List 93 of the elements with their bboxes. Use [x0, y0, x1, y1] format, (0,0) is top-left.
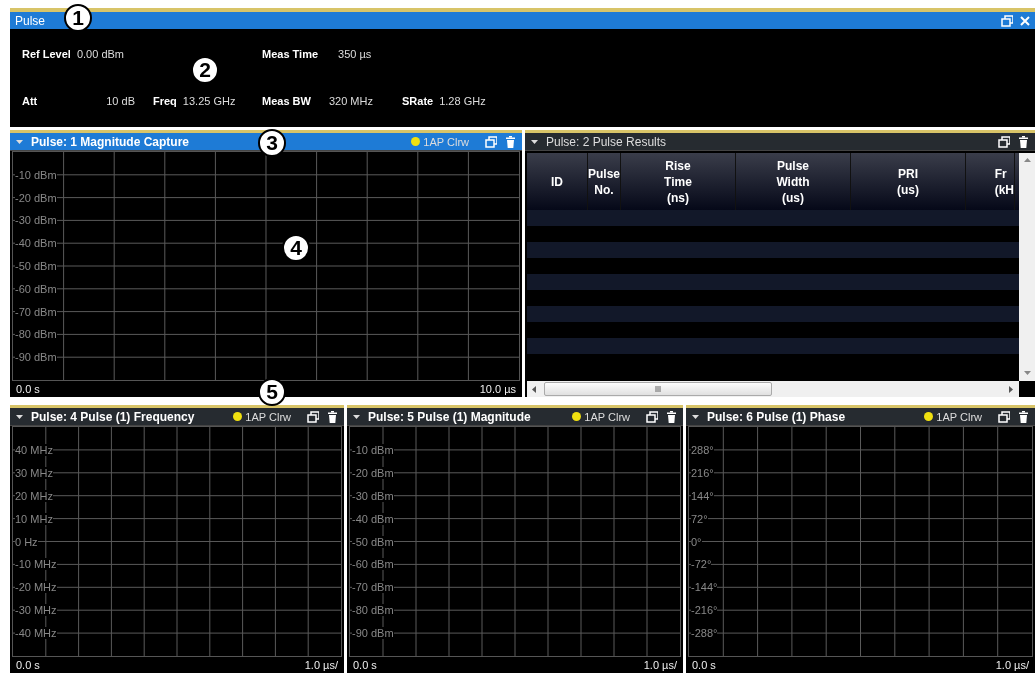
axis-label: 10 MHz [15, 512, 53, 525]
axis-label: -80 dBm [15, 328, 57, 341]
callout-marker: 1 [64, 4, 92, 32]
axis-label: -216° [691, 604, 718, 617]
axis-start-label: 0.0 s [16, 383, 40, 395]
setting-value: 0.00 dBm [76, 48, 124, 60]
panel-header[interactable]: Pulse: 2 Pulse Results [525, 133, 1035, 151]
trace-label: 1AP Clrw [936, 410, 982, 423]
axis-label: -50 dBm [352, 535, 394, 548]
caret-icon[interactable] [353, 414, 360, 419]
scrollbar-thumb[interactable] [544, 382, 772, 396]
setting-label: Meas Time [262, 48, 319, 60]
restore-icon[interactable] [998, 410, 1010, 423]
panel-title: Pulse: 6 Pulse (1) Phase [707, 409, 846, 424]
axis-label: 30 MHz [15, 466, 53, 479]
close-icon[interactable] [1019, 14, 1031, 27]
trash-icon[interactable] [1018, 135, 1029, 148]
setting-label: SRate [402, 95, 434, 107]
axis-label: -20 MHz [15, 581, 57, 594]
setting-label: Meas BW [262, 95, 311, 107]
setting-value: 10 dB [106, 95, 135, 107]
window-title: Pulse [15, 13, 46, 28]
caret-icon[interactable] [16, 414, 23, 419]
restore-icon[interactable] [998, 135, 1010, 148]
axis-label: -288° [691, 627, 718, 640]
axis-label: 20 MHz [15, 489, 53, 502]
up-arrow-icon[interactable] [1023, 157, 1031, 164]
vertical-scrollbar[interactable] [1019, 153, 1035, 381]
axis-label: 288° [691, 443, 714, 456]
axis-label: 144° [691, 489, 714, 502]
setting-value: 1.28 GHz [439, 95, 486, 107]
axis-start-label: 0.0 s [692, 659, 716, 671]
setting-value: 13.25 GHz [182, 95, 236, 107]
axis-end-label: 10.0 µs [479, 383, 516, 395]
axis-label: 216° [691, 466, 714, 479]
right-arrow-icon[interactable] [1008, 385, 1015, 393]
axis-label: 0° [691, 535, 702, 548]
axis-label: -20 dBm [15, 191, 57, 204]
axis-label: -60 dBm [15, 282, 57, 295]
axis-label: 72° [691, 512, 708, 525]
axis-label: -80 dBm [352, 604, 394, 617]
restore-icon[interactable] [646, 410, 658, 423]
axis-label: -50 dBm [15, 260, 57, 272]
axis-label: -70 dBm [15, 305, 57, 318]
panel-title: Pulse: 2 Pulse Results [546, 134, 667, 149]
panel-header[interactable]: Pulse: 5 Pulse (1) Magnitude 1AP Clrw [347, 408, 683, 426]
setting-label: Freq [153, 95, 177, 107]
trace-label: 1AP Clrw [245, 410, 291, 423]
panel-header[interactable]: Pulse: 6 Pulse (1) Phase 1AP Clrw [686, 408, 1035, 426]
trash-icon[interactable] [1018, 410, 1029, 423]
axis-label: -60 dBm [352, 558, 394, 571]
caret-icon[interactable] [531, 139, 538, 144]
axis-label: -30 dBm [15, 214, 57, 227]
panel-title: Pulse: 1 Magnitude Capture [31, 134, 190, 149]
setting-label: Ref Level [22, 48, 71, 60]
axis-label: -20 dBm [352, 466, 394, 479]
axis-label: 0 Hz [15, 535, 38, 548]
axis-label: -10 dBm [352, 443, 394, 456]
caret-icon[interactable] [692, 414, 699, 419]
down-arrow-icon[interactable] [1023, 370, 1031, 377]
restore-icon[interactable] [307, 410, 319, 423]
setting-value: 350 µs [338, 48, 372, 60]
horizontal-scrollbar[interactable] [527, 381, 1019, 397]
axis-label: -10 MHz [15, 558, 57, 571]
axis-label: -144° [691, 581, 718, 594]
axis-label: -70 dBm [352, 581, 394, 594]
axis-end-label: 1.0 µs/ [643, 659, 677, 671]
trash-icon[interactable] [666, 410, 677, 423]
axis-label: 40 MHz [15, 443, 53, 456]
axis-label: -90 dBm [15, 351, 57, 364]
trash-icon[interactable] [327, 410, 338, 423]
left-arrow-icon[interactable] [531, 385, 538, 393]
axis-label: -40 dBm [352, 512, 394, 525]
axis-label: -40 MHz [15, 627, 57, 640]
panel-title: Pulse: 4 Pulse (1) Frequency [31, 409, 195, 424]
axis-label: -90 dBm [352, 627, 394, 640]
trace-label: 1AP Clrw [423, 135, 469, 148]
panel-header[interactable]: Pulse: 4 Pulse (1) Frequency 1AP Clrw [10, 408, 344, 426]
trace-label: 1AP Clrw [584, 410, 630, 423]
grip-icon [655, 385, 661, 393]
callout-marker: 5 [258, 378, 286, 406]
axis-label: -40 dBm [15, 237, 57, 250]
axis-label: -10 dBm [15, 168, 57, 181]
setting-label: Att [22, 95, 38, 107]
axis-label: -30 MHz [15, 604, 57, 617]
setting-value: 320 MHz [328, 95, 373, 107]
panel-title: Pulse: 5 Pulse (1) Magnitude [368, 409, 531, 424]
axis-label: -30 dBm [352, 489, 394, 502]
axis-start-label: 0.0 s [353, 659, 377, 671]
axis-end-label: 1.0 µs/ [995, 659, 1029, 671]
axis-label: -72° [691, 558, 712, 571]
axis-end-label: 1.0 µs/ [304, 659, 338, 671]
axis-start-label: 0.0 s [16, 659, 40, 671]
